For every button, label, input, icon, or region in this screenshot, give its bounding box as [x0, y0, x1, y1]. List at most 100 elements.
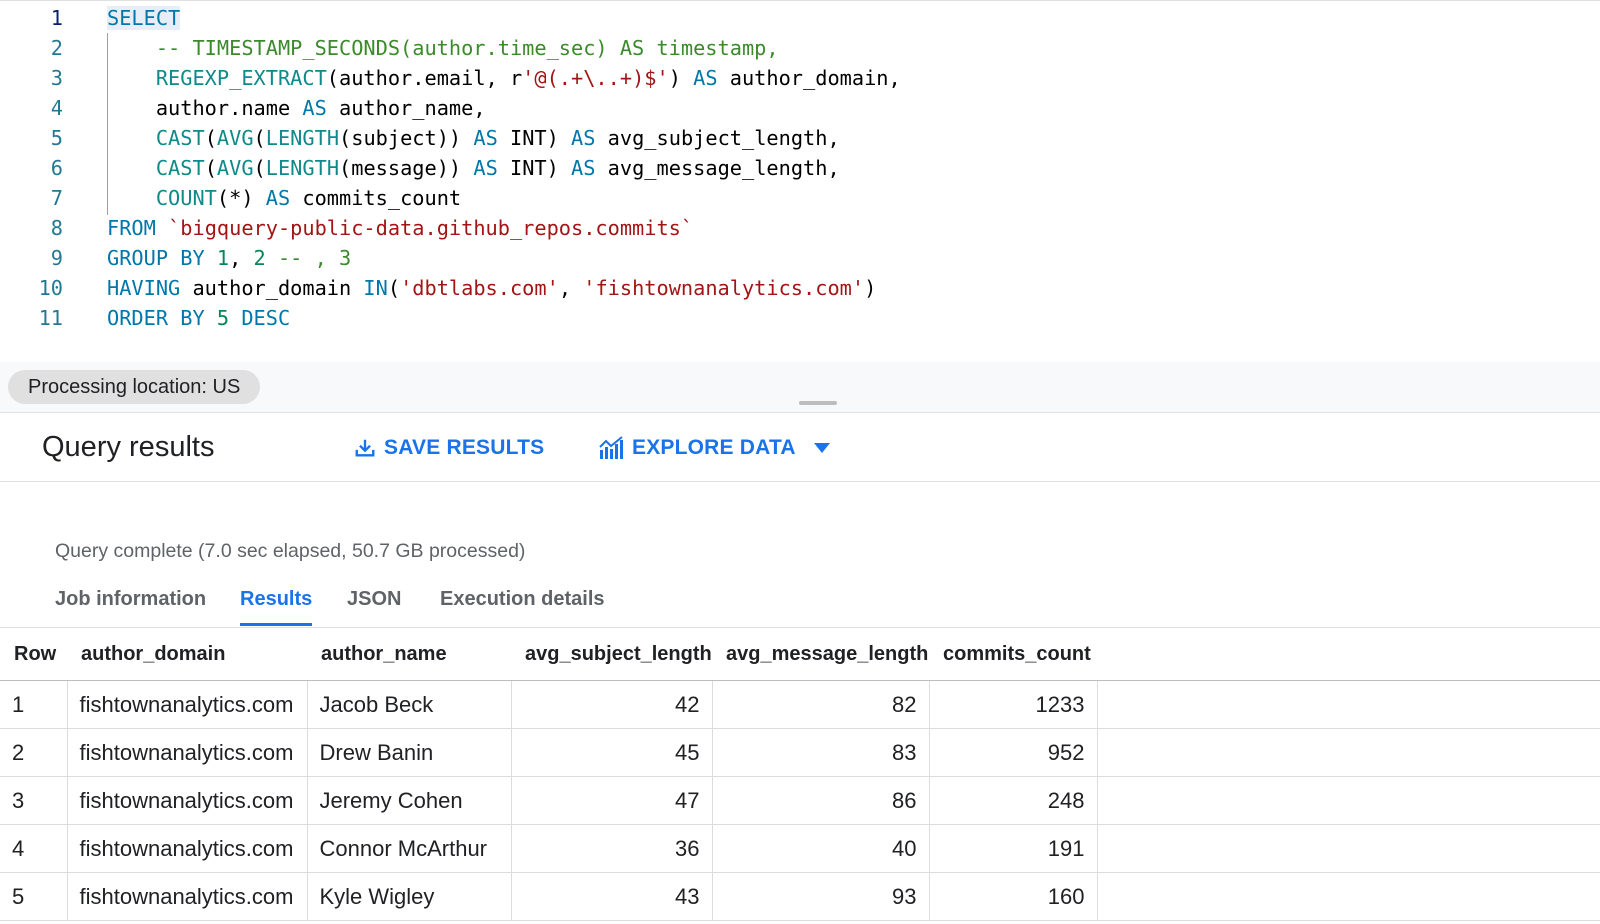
save-results-button[interactable]: SAVE RESULTS	[354, 433, 544, 463]
cell-avg-subject-length[interactable]: 42	[511, 680, 713, 729]
cell-author-name[interactable]: Drew Banin	[307, 728, 512, 777]
code-token: 2	[253, 246, 266, 270]
tab-job-information[interactable]: Job information	[55, 588, 206, 626]
code-line[interactable]: 8 FROM `bigquery-public-data.github_repos…	[0, 213, 1600, 243]
table-row[interactable]: 1 fishtownanalytics.com Jacob Beck 42 82 1233	[0, 680, 1600, 729]
code-text: FROM `bigquery-public-data.github_repos.…	[107, 213, 693, 243]
results-tabs: Job information Results JSON Execution d…	[0, 584, 1600, 628]
cell-avg-message-length[interactable]: 93	[712, 872, 930, 921]
tab-json[interactable]: JSON	[347, 588, 401, 626]
cell-author-name[interactable]: Kyle Wigley	[307, 872, 512, 921]
code-token: (subject))	[339, 126, 474, 150]
line-number: 5	[50, 126, 63, 150]
resize-handle[interactable]	[799, 401, 837, 405]
cell-row-number[interactable]: 3	[0, 776, 68, 825]
code-line[interactable]: 4 author.name AS author_name,	[0, 93, 1600, 123]
cell-avg-message-length[interactable]: 40	[712, 824, 930, 873]
code-line[interactable]: 3 REGEXP_EXTRACT(author.email, r'@(.+\..…	[0, 63, 1600, 93]
line-number: 9	[50, 246, 63, 270]
code-text: CAST(AVG(LENGTH(message)) AS INT) AS avg…	[107, 153, 840, 183]
code-text: CAST(AVG(LENGTH(subject)) AS INT) AS avg…	[107, 123, 840, 153]
cell-commits-count[interactable]: 952	[929, 728, 1098, 777]
code-token: AS	[571, 126, 596, 150]
cell-author-domain[interactable]: fishtownanalytics.com	[67, 824, 308, 873]
cell-commits-count[interactable]: 1233	[929, 680, 1098, 729]
code-line[interactable]: 1 SELECT	[0, 3, 1600, 33]
code-token: FROM	[107, 216, 156, 240]
column-header-avg-subject-length: avg_subject_length	[511, 628, 712, 681]
code-line[interactable]: 6 CAST(AVG(LENGTH(message)) AS INT) AS a…	[0, 153, 1600, 183]
code-line[interactable]: 7 COUNT(*) AS commits_count	[0, 183, 1600, 213]
code-text: GROUP BY 1, 2 -- , 3	[107, 243, 351, 273]
cell-commits-count[interactable]: 160	[929, 872, 1098, 921]
cell-avg-message-length[interactable]: 86	[712, 776, 930, 825]
code-token: AVG	[216, 156, 254, 180]
code-line[interactable]: 11 ORDER BY 5 DESC	[0, 303, 1600, 333]
code-token: author.name	[107, 96, 303, 120]
line-number: 10	[38, 276, 63, 300]
cell-row-number[interactable]: 2	[0, 728, 68, 777]
code-token: (	[204, 126, 217, 150]
code-token: author_name,	[326, 96, 486, 120]
cell-avg-message-length[interactable]: 83	[712, 728, 930, 777]
cell-author-name[interactable]: Jacob Beck	[307, 680, 512, 729]
cell-filler	[1097, 776, 1600, 825]
code-token: avg_subject_length,	[595, 126, 840, 150]
cell-row-number[interactable]: 5	[0, 872, 68, 921]
table-row[interactable]: 4 fishtownanalytics.com Connor McArthur 36 4…	[0, 824, 1600, 873]
code-text: -- TIMESTAMP_SECONDS(author.time_sec) AS…	[107, 33, 779, 63]
caret-down-icon[interactable]	[813, 443, 830, 453]
cell-author-domain[interactable]: fishtownanalytics.com	[67, 680, 308, 729]
code-token: -- , 3	[265, 246, 352, 270]
cell-row-number[interactable]: 1	[0, 680, 68, 729]
cell-filler	[1097, 872, 1600, 921]
explore-data-button[interactable]: EXPLORE DATA	[598, 433, 838, 463]
results-table: Row author_domain author_name avg_subjec…	[0, 628, 1600, 921]
code-line[interactable]: 2 -- TIMESTAMP_SECONDS(author.time_sec) …	[0, 33, 1600, 63]
tab-execution-details[interactable]: Execution details	[440, 588, 605, 626]
code-token: (	[253, 126, 266, 150]
column-header-filler	[1097, 628, 1600, 681]
cell-author-name[interactable]: Connor McArthur	[307, 824, 512, 873]
code-token: INT)	[497, 156, 572, 180]
query-status: Query complete (7.0 sec elapsed, 50.7 GB…	[55, 540, 526, 562]
tab-results[interactable]: Results	[240, 588, 313, 626]
code-token: SELECT	[107, 6, 181, 30]
save-results-label: SAVE RESULTS	[384, 436, 545, 459]
cell-avg-subject-length[interactable]: 47	[511, 776, 713, 825]
cell-row-number[interactable]: 4	[0, 824, 68, 873]
code-token: )	[864, 276, 877, 300]
table-row[interactable]: 2 fishtownanalytics.com Drew Banin 45 83 952	[0, 728, 1600, 777]
cell-commits-count[interactable]: 248	[929, 776, 1098, 825]
cell-avg-message-length[interactable]: 82	[712, 680, 930, 729]
cell-avg-subject-length[interactable]: 36	[511, 824, 713, 873]
code-token: COUNT	[155, 186, 217, 210]
table-body: 1 fishtownanalytics.com Jacob Beck 42 82 1233…	[0, 680, 1600, 921]
cell-author-domain[interactable]: fishtownanalytics.com	[67, 872, 308, 921]
code-token: IN	[363, 276, 388, 300]
code-token: author_domain	[180, 276, 364, 300]
code-token: HAVING	[107, 276, 181, 300]
code-token: LENGTH	[265, 156, 340, 180]
cell-commits-count[interactable]: 191	[929, 824, 1098, 873]
cell-avg-subject-length[interactable]: 45	[511, 728, 713, 777]
code-token: LENGTH	[265, 126, 340, 150]
cell-author-domain[interactable]: fishtownanalytics.com	[67, 776, 308, 825]
code-token: '@(.+\..+)$'	[522, 66, 669, 90]
sql-editor[interactable]: 1 SELECT 2 -- TIMESTAMP_SECONDS(author.tim…	[0, 0, 1600, 363]
cell-filler	[1097, 680, 1600, 729]
column-header-row: Row	[0, 628, 67, 681]
download-icon	[355, 439, 375, 457]
column-header-author-name: author_name	[307, 628, 511, 681]
code-line[interactable]: 5 CAST(AVG(LENGTH(subject)) AS INT) AS a…	[0, 123, 1600, 153]
line-number: 11	[38, 306, 63, 330]
cell-author-domain[interactable]: fishtownanalytics.com	[67, 728, 308, 777]
cell-author-name[interactable]: Jeremy Cohen	[307, 776, 512, 825]
table-row[interactable]: 3 fishtownanalytics.com Jeremy Cohen 47 86 24…	[0, 776, 1600, 825]
cell-avg-subject-length[interactable]: 43	[511, 872, 713, 921]
code-line[interactable]: 9 GROUP BY 1, 2 -- , 3	[0, 243, 1600, 273]
table-row[interactable]: 5 fishtownanalytics.com Kyle Wigley 43 93 160	[0, 872, 1600, 921]
code-line[interactable]: 10 HAVING author_domain IN('dbtlabs.com',…	[0, 273, 1600, 303]
